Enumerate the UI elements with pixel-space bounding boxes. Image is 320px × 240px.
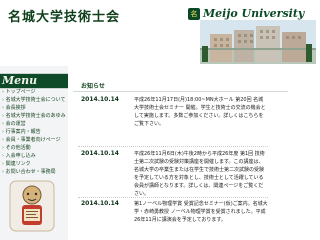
news-header (73, 79, 288, 92)
sidebar-item-links[interactable]: › 関連リンク (2, 161, 66, 168)
sidebar-item-activities[interactable]: › その他活動 (2, 145, 66, 152)
brand: 名 Meijo University (188, 7, 304, 20)
sidebar-item-greeting[interactable]: › 会長挨拶 (2, 105, 66, 112)
sidebar-item-about[interactable]: › 名城大学技術士会について (2, 97, 66, 104)
news-date: 2014.10.14 (81, 200, 119, 207)
news-text: 平成26年11月6日(木)午後2時から平成26年度 第1回 技術士第二次試験の受… (134, 151, 265, 197)
sidebar-item-events[interactable]: › 行事案内・報告 (2, 129, 66, 136)
divider (78, 197, 268, 198)
university-seal-icon: 名 (188, 7, 200, 20)
site-title: 名城大学技術士会 (8, 10, 121, 25)
news-entry: 2014.10.14 平成26年11月17日(月)18:00~MN大ホール 第2… (73, 96, 269, 144)
news-title: お知らせ (81, 83, 105, 90)
menu-banner: Menu (0, 73, 68, 89)
page-header: 名城大学技術士会 名 Meijo University (0, 0, 320, 66)
news-date: 2014.10.14 (81, 150, 119, 157)
news-text: 第1ノーベル物理学賞 受賞記念セミナー(仮)ご案内。名城大学・赤崎勇教授 ノーベ… (134, 201, 268, 223)
mascot-image-icon (4, 175, 60, 235)
news-text: 平成26年11月17日(月)18:00~MN大ホール 第20回 名城大学技術士会… (134, 97, 266, 127)
sidebar-item-operation[interactable]: › 会の運営 (2, 121, 66, 128)
menu-title: Menu (2, 74, 38, 87)
sidebar-nav: › トップページ › 名城大学技術士会について › 会長挨拶 › 名城大学技術士… (2, 89, 66, 177)
sidebar-item-members[interactable]: › 会員・事業者向けページ (2, 137, 66, 144)
news-entry: 2014.10.14 第1ノーベル物理学賞 受賞記念セミナー(仮)ご案内。名城大… (73, 200, 269, 240)
brand-name: Meijo University (203, 7, 305, 20)
sidebar-item-join[interactable]: › 入会申し込み (2, 153, 66, 160)
divider (78, 146, 268, 147)
sidebar-item-top[interactable]: › トップページ (2, 89, 66, 96)
sidebar-item-history[interactable]: › 名城大学技術士会のあゆみ (2, 113, 66, 120)
news-date: 2014.10.14 (81, 96, 119, 103)
campus-building-illustration (200, 20, 316, 64)
